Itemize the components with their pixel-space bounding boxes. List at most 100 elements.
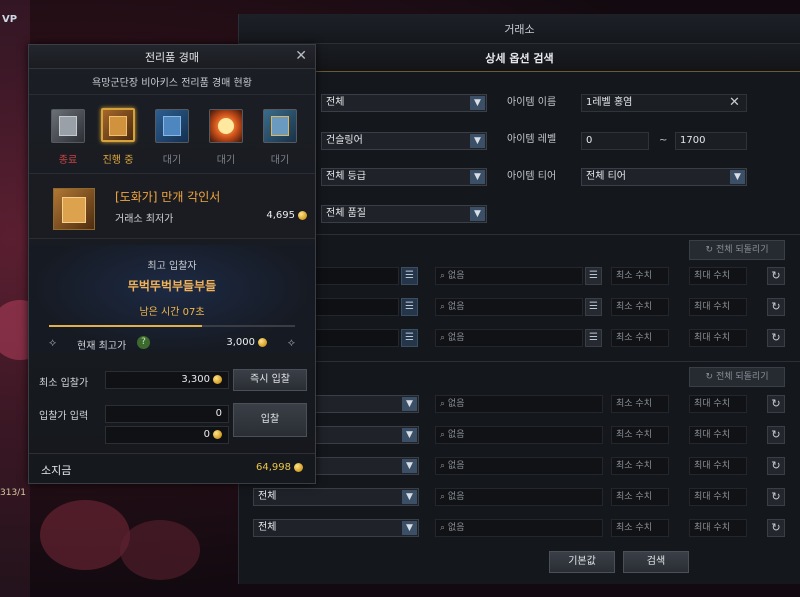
max-value-input[interactable]: 최대 수치 xyxy=(689,298,747,316)
chevron-down-icon: ▼ xyxy=(470,96,485,110)
refresh-icon: ↻ xyxy=(705,245,714,255)
left-edge-counter: 313/1 xyxy=(0,488,26,498)
max-value-input[interactable]: 최대 수치 xyxy=(689,267,747,285)
gold-coin-icon xyxy=(294,462,303,472)
stat-option-input[interactable]: ⌕ 없음 xyxy=(435,488,603,506)
reset-stats-button[interactable]: ↻ 전체 되돌리기 xyxy=(689,367,785,387)
time-progress-bar xyxy=(49,325,295,327)
wing-right-icon: ⟡ xyxy=(287,336,295,349)
refresh-icon[interactable]: ↻ xyxy=(767,267,785,285)
list-icon[interactable]: ☰ xyxy=(585,267,602,285)
loot-slot-in-progress[interactable] xyxy=(101,108,135,142)
engrave-option-input[interactable]: ⌕ 없음 xyxy=(435,329,583,347)
search-icon: ⌕ xyxy=(440,302,446,312)
min-value-input[interactable]: 최소 수치 xyxy=(611,267,669,285)
min-bid-label: 최소 입찰가 xyxy=(39,378,89,389)
list-icon[interactable]: ☰ xyxy=(401,329,418,347)
instant-bid-button[interactable]: 즉시 입찰 xyxy=(233,369,307,391)
max-value-input[interactable]: 최대 수치 xyxy=(689,457,747,475)
refresh-icon[interactable]: ↻ xyxy=(767,457,785,475)
list-icon[interactable]: ☰ xyxy=(401,298,418,316)
chevron-down-icon: ▼ xyxy=(402,428,417,442)
quality-select[interactable]: 전체 품질 ▼ xyxy=(321,205,487,223)
tier-select[interactable]: 전체 티어 ▼ xyxy=(581,168,747,186)
default-button[interactable]: 기본값 xyxy=(549,551,615,573)
min-value-input[interactable]: 최소 수치 xyxy=(611,488,669,506)
stat-option-input[interactable]: ⌕ 없음 xyxy=(435,457,603,475)
help-icon[interactable]: ? xyxy=(137,336,150,349)
min-value-input[interactable]: 최소 수치 xyxy=(611,395,669,413)
category-select[interactable]: 전체 ▼ xyxy=(321,94,487,112)
search-icon: ⌕ xyxy=(440,333,446,343)
stat-select[interactable]: 전체 ▼ xyxy=(253,519,419,537)
chevron-down-icon: ▼ xyxy=(470,170,485,184)
gold-label: 소지금 xyxy=(41,464,72,477)
chevron-down-icon: ▼ xyxy=(470,207,485,221)
clear-name-icon[interactable]: ✕ xyxy=(729,95,740,111)
vp-label: VP xyxy=(2,14,18,25)
item-level-label: 아이템 레벨 xyxy=(507,134,557,145)
loot-slot-waiting[interactable] xyxy=(209,109,243,143)
list-icon[interactable]: ☰ xyxy=(401,267,418,285)
refresh-icon[interactable]: ↻ xyxy=(767,426,785,444)
reset-engraving-button[interactable]: ↻ 전체 되돌리기 xyxy=(689,240,785,260)
close-icon[interactable]: ✕ xyxy=(295,48,307,64)
chevron-down-icon: ▼ xyxy=(402,490,417,504)
detail-search-title: 상세 옵션 검색 xyxy=(239,44,800,72)
max-value-input[interactable]: 최대 수치 xyxy=(689,395,747,413)
refresh-icon[interactable]: ↻ xyxy=(767,488,785,506)
section-divider xyxy=(239,234,800,235)
min-value-input[interactable]: 최소 수치 xyxy=(611,298,669,316)
min-bid-value: 3,300 xyxy=(105,371,229,389)
refresh-icon[interactable]: ↻ xyxy=(767,519,785,537)
engrave-option-input[interactable]: ⌕ 없음 xyxy=(435,267,583,285)
bid-input-field[interactable]: 0 xyxy=(105,405,229,423)
loot-slot-waiting[interactable] xyxy=(263,109,297,143)
loot-slot-waiting[interactable] xyxy=(155,109,189,143)
auction-caption: 욕망군단장 비아키스 전리품 경매 현황 xyxy=(29,69,315,95)
list-icon[interactable]: ☰ xyxy=(585,329,602,347)
loot-auction-panel: 전리품 경매 ✕ 욕망군단장 비아키스 전리품 경매 현황 종료 진행 중 대기… xyxy=(28,44,316,484)
stat-option-input[interactable]: ⌕ 없음 xyxy=(435,519,603,537)
engrave-option-input[interactable]: ⌕ 없음 xyxy=(435,298,583,316)
gold-coin-icon xyxy=(258,337,267,347)
search-icon: ⌕ xyxy=(440,271,446,281)
book-icon xyxy=(271,116,289,136)
chevron-down-icon: ▼ xyxy=(402,459,417,473)
level-min-input[interactable]: 0 xyxy=(581,132,649,150)
item-name-input[interactable]: 1레벨 홍염 xyxy=(581,94,747,112)
section-divider xyxy=(239,361,800,362)
wing-left-icon: ⟡ xyxy=(49,336,57,349)
max-value-input[interactable]: 최대 수치 xyxy=(689,488,747,506)
stat-select[interactable]: 전체 ▼ xyxy=(253,488,419,506)
background-edge xyxy=(0,0,30,597)
refresh-icon[interactable]: ↻ xyxy=(767,329,785,347)
gold-coin-icon xyxy=(213,429,222,439)
max-value-input[interactable]: 최대 수치 xyxy=(689,519,747,537)
list-icon[interactable]: ☰ xyxy=(585,298,602,316)
min-value-input[interactable]: 최소 수치 xyxy=(611,457,669,475)
max-value-input[interactable]: 최대 수치 xyxy=(689,426,747,444)
top-bidder-name: 뚜벅뚜벅부들부들 xyxy=(127,279,217,293)
min-value-input[interactable]: 최소 수치 xyxy=(611,519,669,537)
stat-option-input[interactable]: ⌕ 없음 xyxy=(435,395,603,413)
stat-option-input[interactable]: ⌕ 없음 xyxy=(435,426,603,444)
max-value-input[interactable]: 최대 수치 xyxy=(689,329,747,347)
current-top-price: 3,000 xyxy=(226,337,267,348)
gold-divider xyxy=(29,453,315,454)
refresh-icon[interactable]: ↻ xyxy=(767,395,785,413)
loot-slot-ended[interactable] xyxy=(51,109,85,143)
min-value-input[interactable]: 최소 수치 xyxy=(611,329,669,347)
slot-label-ended: 종료 xyxy=(58,155,78,166)
search-button[interactable]: 검색 xyxy=(623,551,689,573)
auction-title: 전리품 경매 xyxy=(144,50,200,64)
background-flower xyxy=(40,500,130,570)
refresh-icon[interactable]: ↻ xyxy=(767,298,785,316)
search-icon: ⌕ xyxy=(440,523,446,533)
min-value-input[interactable]: 최소 수치 xyxy=(611,426,669,444)
class-select[interactable]: 건슬링어 ▼ xyxy=(321,132,487,150)
time-left: 남은 시간 07초 xyxy=(139,307,205,318)
grade-select[interactable]: 전체 등급 ▼ xyxy=(321,168,487,186)
level-max-input[interactable]: 1700 xyxy=(675,132,747,150)
bid-button[interactable]: 입찰 xyxy=(233,403,307,437)
